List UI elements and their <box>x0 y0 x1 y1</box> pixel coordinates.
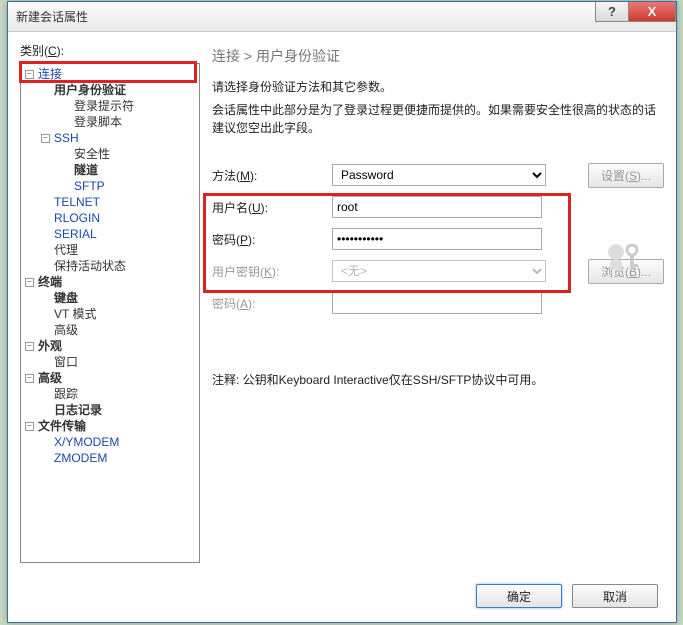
cancel-button[interactable]: 取消 <box>572 584 658 608</box>
expander-icon[interactable]: − <box>25 422 34 431</box>
tree-item-label: 隧道 <box>74 163 98 178</box>
expander-icon[interactable]: − <box>25 278 34 287</box>
method-label: 方法(M): <box>212 167 332 184</box>
tree-item[interactable]: −高级 <box>23 370 197 386</box>
tree-item-label: 键盘 <box>54 291 78 306</box>
tree-item-label: X/YMODEM <box>54 435 119 450</box>
tree-item-label: 连接 <box>38 67 62 82</box>
tree-item[interactable]: −终端 <box>23 274 197 290</box>
tree-item-label: TELNET <box>54 195 100 210</box>
tree-item[interactable]: 保持活动状态 <box>23 258 197 274</box>
tree-item-label: ZMODEM <box>54 451 107 466</box>
tree-item[interactable]: −连接 <box>23 66 197 82</box>
tree-item[interactable]: SFTP <box>23 178 197 194</box>
tree-item-label: 外观 <box>38 339 62 354</box>
dialog-footer: 确定 取消 <box>476 584 658 608</box>
tree-item-label: 高级 <box>38 371 62 386</box>
tree-item[interactable]: RLOGIN <box>23 210 197 226</box>
tree-item-label: 高级 <box>54 323 78 338</box>
note-text: 注释: 公钥和Keyboard Interactive仅在SSH/SFTP协议中… <box>212 371 664 388</box>
category-label: 类别(C): <box>20 42 200 59</box>
tree-item[interactable]: X/YMODEM <box>23 434 197 450</box>
password2-input <box>332 292 542 314</box>
help-button[interactable]: ? <box>595 2 629 22</box>
dialog-content: 类别(C): −连接用户身份验证登录提示符登录脚本−SSH安全性隧道SFTPTE… <box>8 32 676 622</box>
tree-item-label: 安全性 <box>74 147 110 162</box>
window-controls: ? X <box>596 2 676 24</box>
method-select[interactable]: Password <box>332 164 546 186</box>
description-2: 会话属性中此部分是为了登录过程更便捷而提供的。如果需要安全性很高的状态的话建议您… <box>212 101 664 137</box>
tree-item[interactable]: 隧道 <box>23 162 197 178</box>
close-button[interactable]: X <box>628 2 676 22</box>
category-tree[interactable]: −连接用户身份验证登录提示符登录脚本−SSH安全性隧道SFTPTELNETRLO… <box>20 63 200 563</box>
right-panel: 连接 > 用户身份验证 请选择身份验证方法和其它参数。 会话属性中此部分是为了登… <box>200 42 664 574</box>
breadcrumb: 连接 > 用户身份验证 <box>212 46 664 66</box>
tree-item-label: 文件传输 <box>38 419 86 434</box>
tree-item-label: SERIAL <box>54 227 97 242</box>
tree-item[interactable]: 代理 <box>23 242 197 258</box>
settings-button[interactable]: 设置(S)... <box>588 163 664 188</box>
description-1: 请选择身份验证方法和其它参数。 <box>212 78 664 95</box>
tree-item[interactable]: 日志记录 <box>23 402 197 418</box>
dialog-window: 新建会话属性 ? X 类别(C): −连接用户身份验证登录提示符登录脚本−SSH… <box>7 1 677 623</box>
tree-item[interactable]: −文件传输 <box>23 418 197 434</box>
tree-item[interactable]: 登录脚本 <box>23 114 197 130</box>
tree-item[interactable]: 键盘 <box>23 290 197 306</box>
password2-label: 密码(A): <box>212 295 332 312</box>
window-title: 新建会话属性 <box>16 8 88 25</box>
tree-item[interactable]: 用户身份验证 <box>23 82 197 98</box>
tree-item[interactable]: 高级 <box>23 322 197 338</box>
tree-item[interactable]: 安全性 <box>23 146 197 162</box>
password-input[interactable] <box>332 228 542 250</box>
password-label: 密码(P): <box>212 231 332 248</box>
tree-item[interactable]: VT 模式 <box>23 306 197 322</box>
expander-icon[interactable]: − <box>25 342 34 351</box>
tree-item-label: SSH <box>54 131 79 146</box>
user-key-icon <box>602 240 642 274</box>
tree-item[interactable]: 窗口 <box>23 354 197 370</box>
tree-item-label: 日志记录 <box>54 403 102 418</box>
expander-icon[interactable]: − <box>25 374 34 383</box>
tree-item-label: 登录脚本 <box>74 115 122 130</box>
tree-item-label: 跟踪 <box>54 387 78 402</box>
userkey-select: <无> <box>332 260 546 282</box>
tree-item[interactable]: −SSH <box>23 130 197 146</box>
tree-item-label: 用户身份验证 <box>54 83 126 98</box>
tree-item-label: 保持活动状态 <box>54 259 126 274</box>
tree-item[interactable]: SERIAL <box>23 226 197 242</box>
tree-item[interactable]: TELNET <box>23 194 197 210</box>
tree-item-label: RLOGIN <box>54 211 100 226</box>
tree-item-label: VT 模式 <box>54 307 96 322</box>
expander-icon[interactable]: − <box>25 70 34 79</box>
tree-item-label: 登录提示符 <box>74 99 134 114</box>
tree-item-label: 窗口 <box>54 355 78 370</box>
tree-item[interactable]: 跟踪 <box>23 386 197 402</box>
tree-item-label: 终端 <box>38 275 62 290</box>
tree-item[interactable]: −外观 <box>23 338 197 354</box>
username-input[interactable] <box>332 196 542 218</box>
tree-item-label: SFTP <box>74 179 105 194</box>
ok-button[interactable]: 确定 <box>476 584 562 608</box>
username-label: 用户名(U): <box>212 199 332 216</box>
expander-icon[interactable]: − <box>41 134 50 143</box>
tree-item-label: 代理 <box>54 243 78 258</box>
tree-item[interactable]: ZMODEM <box>23 450 197 466</box>
userkey-label: 用户密钥(K): <box>212 263 332 280</box>
tree-item[interactable]: 登录提示符 <box>23 98 197 114</box>
titlebar[interactable]: 新建会话属性 ? X <box>8 2 676 32</box>
